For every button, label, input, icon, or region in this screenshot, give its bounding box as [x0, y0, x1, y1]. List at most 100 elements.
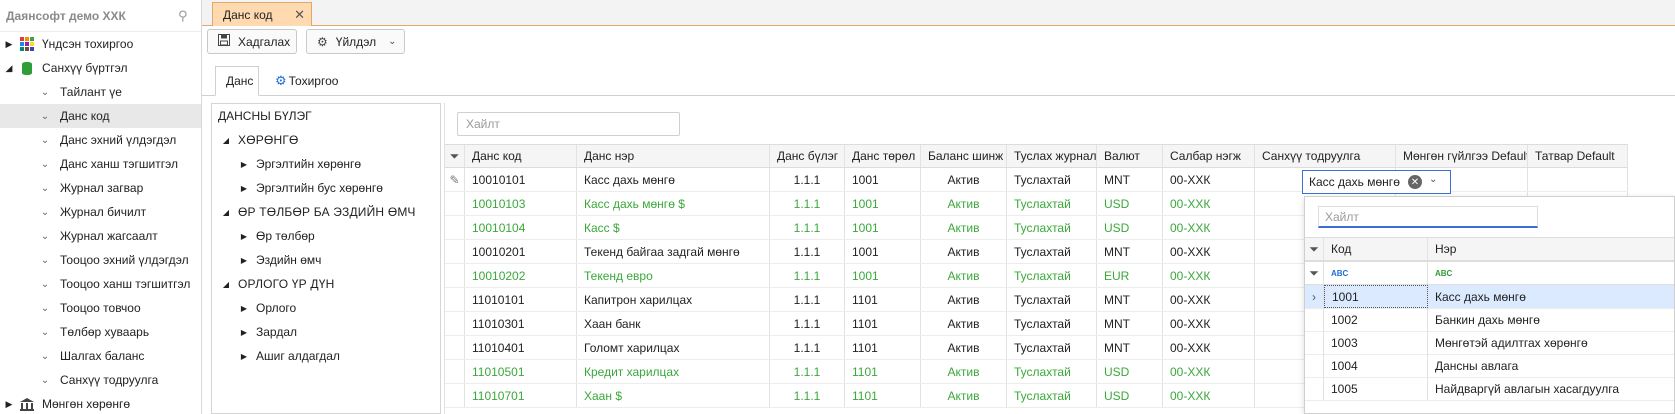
caret-right-icon[interactable]: ▶	[238, 184, 250, 193]
tree-node[interactable]: ▶ Ашиг алдагдал	[212, 344, 440, 368]
cell-name[interactable]: Хаан банк	[577, 312, 770, 335]
tab-settings[interactable]: ⚙ Тохиргоо	[265, 66, 355, 96]
sidebar-item[interactable]: ⌄ Данс код	[0, 104, 201, 128]
cell-journal[interactable]: Туслахтай	[1007, 312, 1097, 335]
popup-col-name[interactable]: Нэр	[1428, 238, 1674, 260]
column-header[interactable]: Санхүү тодруулга	[1255, 145, 1396, 167]
cell-currency[interactable]: EUR	[1097, 264, 1163, 287]
list-item[interactable]: 1004 Дансны авлага	[1305, 354, 1674, 378]
cell-currency[interactable]: MNT	[1097, 240, 1163, 263]
cell-branch[interactable]: 00-ХХК	[1163, 336, 1255, 359]
cell-code[interactable]: 1004	[1324, 354, 1428, 377]
tree-node[interactable]: ◢ ОРЛОГО ҮР ДҮН	[212, 272, 440, 296]
cell-name[interactable]: Голомт харилцах	[577, 336, 770, 359]
tree-node[interactable]: ▶ Эздийн өмч	[212, 248, 440, 272]
caret-right-icon[interactable]: ▶	[2, 39, 16, 50]
cell-journal[interactable]: Туслахтай	[1007, 240, 1097, 263]
caret-down-icon[interactable]: ◢	[220, 280, 232, 289]
cell-journal[interactable]: Туслахтай	[1007, 216, 1097, 239]
cell-code[interactable]: 1001	[1324, 285, 1428, 308]
list-item[interactable]: › 1001 Касс дахь мөнгө	[1305, 285, 1674, 309]
filter-icon[interactable]: ⏷	[445, 145, 465, 167]
cell-branch[interactable]: 00-ХХК	[1163, 360, 1255, 383]
sidebar-item[interactable]: ⌄ Шалгах баланс	[0, 344, 201, 368]
cell-name[interactable]: Найдваргүй авлагын хасагдуулга	[1428, 377, 1674, 400]
sidebar-item[interactable]: ▶ Үндсэн тохиргоо	[0, 32, 201, 56]
sidebar-item[interactable]: ⌄ Төлбөр хуваарь	[0, 320, 201, 344]
cell-currency[interactable]: USD	[1097, 216, 1163, 239]
caret-right-icon[interactable]: ▶	[238, 232, 250, 241]
sidebar-item[interactable]: ⌄ Санхүү тодруулга	[0, 368, 201, 392]
cell-journal[interactable]: Туслахтай	[1007, 192, 1097, 215]
cell-group[interactable]: 1.1.1	[770, 192, 845, 215]
cell-journal[interactable]: Туслахтай	[1007, 336, 1097, 359]
cell-name[interactable]: Касс дахь мөнгө $	[577, 192, 770, 215]
clear-icon[interactable]: ✕	[1408, 175, 1422, 189]
cell-type[interactable]: 1101	[845, 312, 921, 335]
tree-node[interactable]: ▶ Эргэлтийн хөрөнгө	[212, 152, 440, 176]
cell-balance[interactable]: Актив	[921, 216, 1007, 239]
cell-balance[interactable]: Актив	[921, 168, 1007, 191]
sidebar-item[interactable]: ⌄ Тайлант үе	[0, 80, 201, 104]
column-header[interactable]: Татвар Default	[1528, 145, 1628, 167]
cell-balance[interactable]: Актив	[921, 288, 1007, 311]
cell-group[interactable]: 1.1.1	[770, 312, 845, 335]
cell-balance[interactable]: Актив	[921, 192, 1007, 215]
cell-name[interactable]: Кредит харилцах	[577, 360, 770, 383]
cell-code[interactable]: 10010104	[465, 216, 577, 239]
filter-icon[interactable]: ⏷	[1305, 262, 1324, 284]
cell-balance[interactable]: Актив	[921, 336, 1007, 359]
cell-journal[interactable]: Туслахтай	[1007, 288, 1097, 311]
sidebar-item[interactable]: ⌄ Данс ханш тэгшитгэл	[0, 152, 201, 176]
sidebar-item[interactable]: ▶ Мөнгөн хөрөнгө	[0, 392, 201, 414]
grid-search-input[interactable]: Хайлт	[457, 112, 680, 136]
column-header[interactable]: Мөнгөн гүйлгээ Default	[1396, 145, 1528, 167]
cell-name[interactable]: Текенд евро	[577, 264, 770, 287]
cell-code[interactable]: 1005	[1324, 377, 1428, 400]
caret-right-icon[interactable]: ▶	[238, 352, 250, 361]
cell-branch[interactable]: 00-ХХК	[1163, 288, 1255, 311]
name-filter-input[interactable]: ABC	[1428, 262, 1674, 284]
cell-branch[interactable]: 00-ХХК	[1163, 312, 1255, 335]
cell-empty[interactable]	[1528, 168, 1628, 191]
cell-journal[interactable]: Туслахтай	[1007, 264, 1097, 287]
cell-code[interactable]: 10010201	[465, 240, 577, 263]
cell-group[interactable]: 1.1.1	[770, 216, 845, 239]
caret-right-icon[interactable]: ▶	[238, 304, 250, 313]
cell-type[interactable]: 1101	[845, 384, 921, 407]
filter-icon[interactable]: ⏷	[1305, 238, 1324, 260]
sidebar-item[interactable]: ⌄ Тооцоо эхний үлдэгдэл	[0, 248, 201, 272]
cell-name[interactable]: Банкин дахь мөнгө	[1428, 308, 1674, 331]
caret-right-icon[interactable]: ▶	[238, 160, 250, 169]
cell-name[interactable]: Касс дахь мөнгө	[1428, 285, 1674, 308]
cell-type[interactable]: 1001	[845, 168, 921, 191]
save-button[interactable]: Хадгалах	[207, 29, 297, 54]
tree-node[interactable]: ▶ Орлого	[212, 296, 440, 320]
cell-group[interactable]: 1.1.1	[770, 336, 845, 359]
cell-name[interactable]: Касс $	[577, 216, 770, 239]
cell-group[interactable]: 1.1.1	[770, 168, 845, 191]
cell-name[interactable]: Хаан $	[577, 384, 770, 407]
cell-balance[interactable]: Актив	[921, 360, 1007, 383]
cell-code[interactable]: 11010401	[465, 336, 577, 359]
cell-balance[interactable]: Актив	[921, 312, 1007, 335]
cell-type[interactable]: 1101	[845, 360, 921, 383]
cell-branch[interactable]: 00-ХХК	[1163, 264, 1255, 287]
tree-node[interactable]: ◢ ӨР ТӨЛБӨР БА ЭЗДИЙН ӨМЧ	[212, 200, 440, 224]
cell-type[interactable]: 1001	[845, 264, 921, 287]
cell-branch[interactable]: 00-ХХК	[1163, 240, 1255, 263]
sidebar-item[interactable]: ◢ Санхүү бүртгэл	[0, 56, 201, 80]
list-item[interactable]: 1005 Найдваргүй авлагын хасагдуулга	[1305, 377, 1674, 401]
cell-code[interactable]: 11010701	[465, 384, 577, 407]
sidebar-item[interactable]: ⌄ Данс эхний үлдэгдэл	[0, 128, 201, 152]
cell-type[interactable]: 1001	[845, 216, 921, 239]
caret-down-icon[interactable]: ◢	[220, 208, 232, 217]
cell-code[interactable]: 10010101	[465, 168, 577, 191]
cell-code[interactable]: 11010301	[465, 312, 577, 335]
cell-code[interactable]: 10010202	[465, 264, 577, 287]
cell-currency[interactable]: MNT	[1097, 288, 1163, 311]
cell-currency[interactable]: MNT	[1097, 312, 1163, 335]
cell-group[interactable]: 1.1.1	[770, 360, 845, 383]
cell-group[interactable]: 1.1.1	[770, 240, 845, 263]
cell-journal[interactable]: Туслахтай	[1007, 360, 1097, 383]
